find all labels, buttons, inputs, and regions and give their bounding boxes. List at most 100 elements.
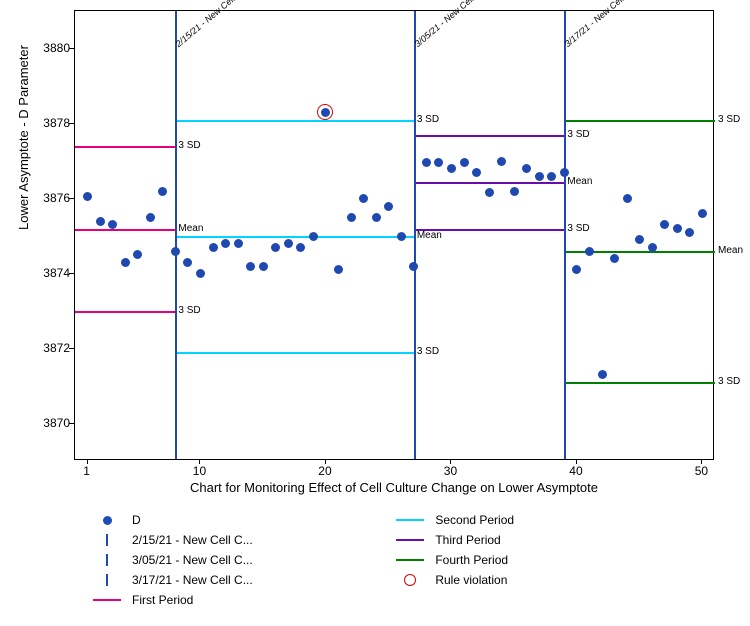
x-tick-label: 1 [72, 464, 102, 478]
legend-item-event-2: 3/17/21 - New Cell C... [90, 570, 390, 590]
chart-area: Mean3 SD3 SDMean3 SD3 SDMean3 SD3 SDMean… [74, 10, 714, 460]
legend-item-period-1: Second Period [393, 510, 693, 530]
data-point [460, 158, 469, 167]
data-point [535, 172, 544, 181]
period-sd3_lo-line [564, 382, 715, 384]
legend-label: 3/05/21 - New Cell C... [132, 553, 253, 567]
period-sd3_hi-line [414, 135, 565, 137]
legend: D 2/15/21 - New Cell C... 3/05/21 - New … [90, 510, 710, 610]
data-point [610, 254, 619, 263]
period-line-label: Mean [178, 223, 203, 234]
period-sd3_lo-line [175, 352, 413, 354]
data-point [598, 370, 607, 379]
period-line-label: 3 SD [417, 346, 439, 357]
data-point [497, 157, 506, 166]
legend-item-period-3: Fourth Period [393, 550, 693, 570]
data-point [648, 243, 657, 252]
event-label: 3/17/21 - New Cell... [563, 0, 632, 49]
y-tick-label: 3878 [30, 116, 70, 130]
legend-label: Second Period [435, 513, 514, 527]
data-point [698, 209, 707, 218]
legend-item-event-1: 3/05/21 - New Cell C... [90, 550, 390, 570]
legend-label: 2/15/21 - New Cell C... [132, 533, 253, 547]
hline-icon [93, 599, 121, 601]
circle-icon [404, 574, 416, 586]
data-point [221, 239, 230, 248]
period-sd3_hi-line [175, 120, 413, 122]
data-point [397, 232, 406, 241]
period-mean-line [75, 229, 175, 231]
legend-item-event-0: 2/15/21 - New Cell C... [90, 530, 390, 550]
data-point [259, 262, 268, 271]
dot-icon [103, 516, 112, 525]
data-point [284, 239, 293, 248]
period-line-label: 3 SD [718, 376, 740, 387]
data-point [685, 228, 694, 237]
data-point [635, 235, 644, 244]
data-point [472, 168, 481, 177]
legend-label: D [132, 513, 141, 527]
data-point [510, 187, 519, 196]
period-mean-line [175, 236, 413, 238]
period-line-label: 3 SD [567, 223, 589, 234]
data-point [572, 265, 581, 274]
data-point [96, 217, 105, 226]
hline-icon [396, 539, 424, 541]
period-sd3_lo-line [75, 311, 175, 313]
data-point [158, 187, 167, 196]
hline-icon [396, 559, 424, 561]
y-axis-label: Lower Asymptote - D Parameter [16, 45, 31, 230]
data-point [485, 188, 494, 197]
legend-label: Fourth Period [435, 553, 508, 567]
legend-label: First Period [132, 593, 193, 607]
data-point [234, 239, 243, 248]
vbar-icon [106, 574, 108, 586]
y-tick-label: 3880 [30, 41, 70, 55]
data-point [209, 243, 218, 252]
legend-label: Third Period [435, 533, 500, 547]
period-line-label: 3 SD [567, 129, 589, 140]
data-point [133, 250, 142, 259]
data-point [83, 192, 92, 201]
x-tick-label: 40 [561, 464, 591, 478]
period-line-label: 3 SD [178, 140, 200, 151]
legend-item-d: D [90, 510, 390, 530]
data-point [547, 172, 556, 181]
event-label: 3/05/21 - New Cell... [412, 0, 481, 49]
vbar-icon [106, 534, 108, 546]
data-point [560, 168, 569, 177]
period-line-label: 3 SD [718, 114, 740, 125]
legend-item-rule: Rule violation [393, 570, 693, 590]
vbar-icon [106, 554, 108, 566]
period-line-label: Mean [417, 230, 442, 241]
event-line [414, 11, 416, 459]
x-tick-label: 10 [184, 464, 214, 478]
data-point [585, 247, 594, 256]
period-sd3_hi-line [564, 120, 715, 122]
data-point [447, 164, 456, 173]
legend-item-period-0: First Period [90, 590, 390, 610]
data-point [422, 158, 431, 167]
legend-label: 3/17/21 - New Cell C... [132, 573, 253, 587]
x-tick-label: 30 [435, 464, 465, 478]
y-tick-label: 3870 [30, 416, 70, 430]
period-line-label: 3 SD [178, 305, 200, 316]
data-point [522, 164, 531, 173]
period-sd3_hi-line [75, 146, 175, 148]
data-point [359, 194, 368, 203]
hline-icon [396, 519, 424, 521]
y-tick-label: 3876 [30, 191, 70, 205]
data-point [121, 258, 130, 267]
y-tick-label: 3872 [30, 341, 70, 355]
legend-label: Rule violation [435, 573, 507, 587]
data-point [309, 232, 318, 241]
event-line [564, 11, 566, 459]
data-point [660, 220, 669, 229]
period-line-label: Mean [567, 176, 592, 187]
legend-item-period-2: Third Period [393, 530, 693, 550]
data-point [347, 213, 356, 222]
x-tick-label: 50 [686, 464, 716, 478]
data-point [673, 224, 682, 233]
data-point [409, 262, 418, 271]
data-point [196, 269, 205, 278]
